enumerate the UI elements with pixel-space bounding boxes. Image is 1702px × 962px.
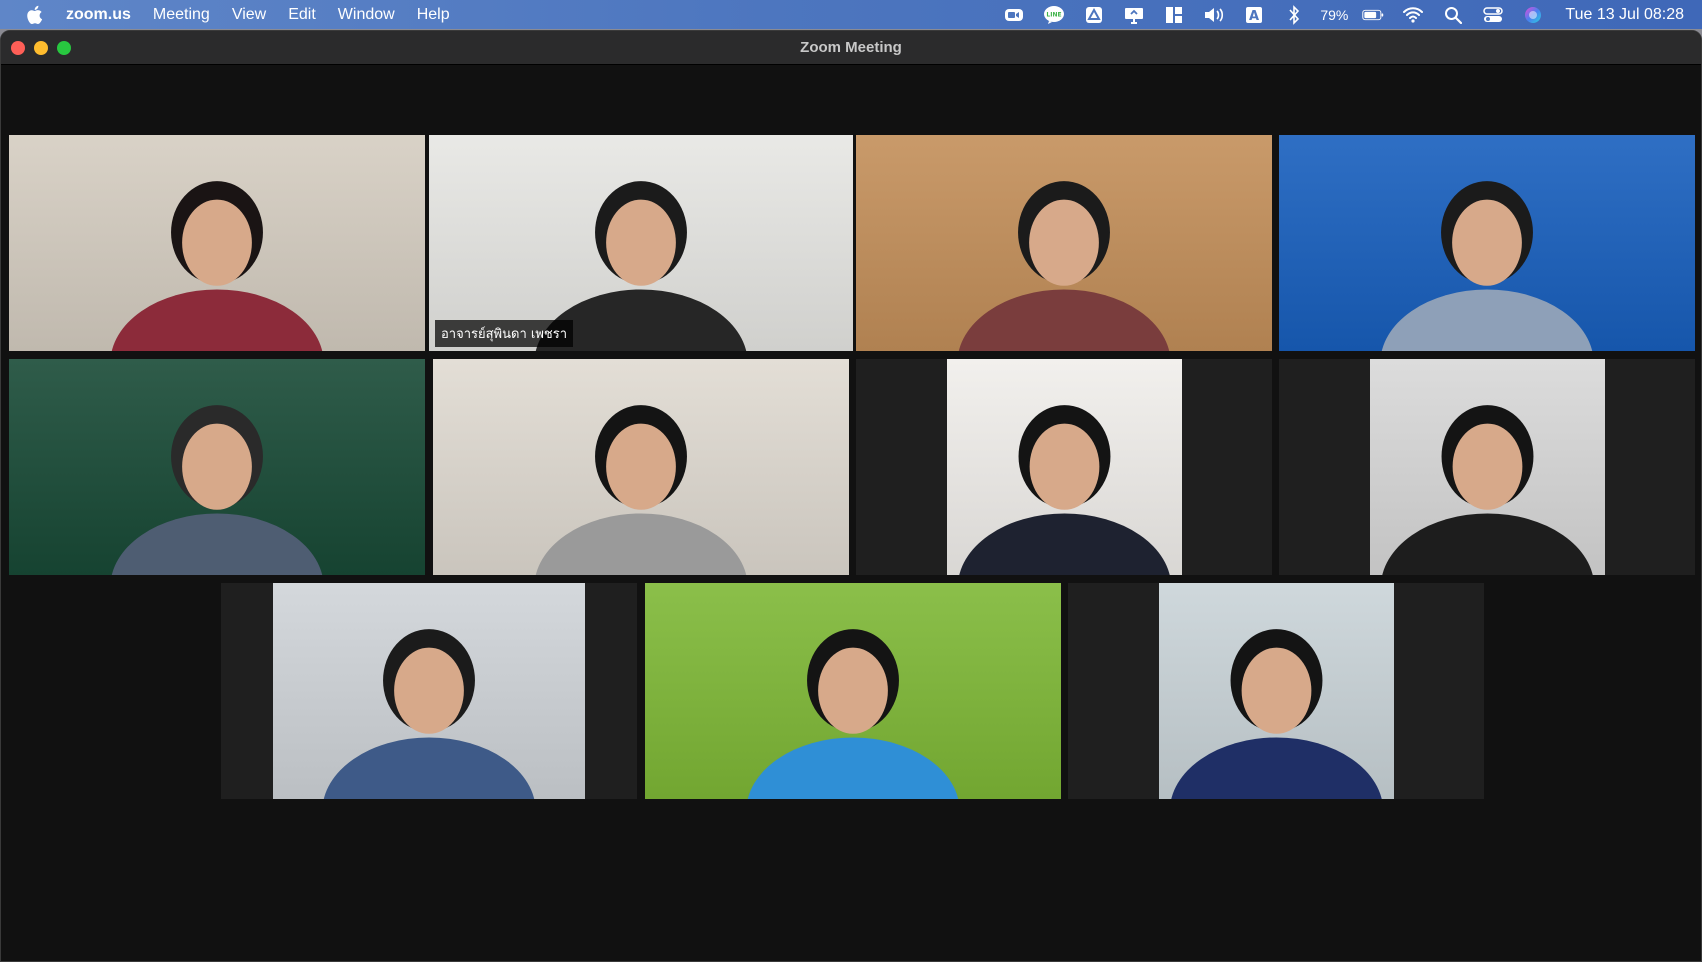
participant-face (1029, 423, 1100, 510)
participant-face (606, 199, 676, 286)
participant-video (9, 359, 425, 575)
wifi-icon[interactable] (1402, 5, 1424, 25)
participant-video (429, 135, 853, 351)
participant-face (1452, 423, 1523, 510)
apple-logo-icon[interactable] (24, 4, 44, 26)
participant-tile[interactable] (9, 359, 425, 575)
participant-face (818, 647, 888, 734)
participant-video (433, 359, 849, 575)
menu-view[interactable]: View (232, 6, 266, 24)
menu-help[interactable]: Help (417, 6, 450, 24)
participant-video (856, 135, 1272, 351)
participant-video-frame (856, 135, 1272, 351)
participant-tile[interactable] (856, 359, 1272, 575)
spotlight-search-icon[interactable] (1442, 5, 1464, 25)
participant-video-frame (273, 583, 585, 799)
participant-tile[interactable] (433, 359, 849, 575)
menu-bar-status-area: LINE A 79% Tue 13 Jul 08:28 (994, 0, 1684, 29)
participant-video (1370, 359, 1605, 575)
participant-video (273, 583, 585, 799)
zoom-meeting-window: Zoom Meeting อาจารย์สุพินดา เพชรา (0, 30, 1702, 962)
participant-video-frame (9, 359, 425, 575)
participant-tile[interactable] (221, 583, 637, 799)
bluetooth-icon[interactable] (1283, 4, 1305, 25)
window-titlebar: Zoom Meeting (1, 31, 1701, 65)
participant-tile[interactable]: อาจารย์สุพินดา เพชรา (429, 135, 853, 351)
window-layout-icon[interactable] (1163, 5, 1185, 25)
participant-name-tag: อาจารย์สุพินดา เพชรา (435, 320, 574, 347)
participant-tile[interactable] (1279, 359, 1695, 575)
participant-face (1241, 647, 1312, 734)
participant-face (182, 199, 252, 286)
participant-face (1029, 199, 1099, 286)
participant-video (1279, 135, 1695, 351)
participant-video-frame (1370, 359, 1605, 575)
window-title: Zoom Meeting (800, 39, 902, 56)
participant-tile[interactable] (1068, 583, 1484, 799)
drive-icon[interactable] (1083, 5, 1105, 25)
participant-tile[interactable] (856, 135, 1272, 351)
participant-tile[interactable] (1279, 135, 1695, 351)
volume-icon[interactable] (1203, 5, 1225, 25)
participant-video-frame (433, 359, 849, 575)
menu-edit[interactable]: Edit (288, 6, 316, 24)
screen-share-icon[interactable] (1123, 5, 1145, 25)
participant-video-frame (9, 135, 425, 351)
svg-text:LINE: LINE (1047, 11, 1062, 18)
menu-meeting[interactable]: Meeting (153, 6, 210, 24)
participant-tile[interactable] (645, 583, 1061, 799)
menu-app-zoom[interactable]: zoom.us (66, 6, 131, 24)
participant-video (947, 359, 1182, 575)
participant-face (606, 423, 676, 510)
siri-icon[interactable] (1522, 5, 1544, 25)
macos-menu-bar: zoom.us Meeting View Edit Window Help LI… (0, 0, 1702, 29)
participant-video-frame (645, 583, 1061, 799)
zoom-icon[interactable] (1003, 5, 1025, 25)
participant-video (9, 135, 425, 351)
svg-text:A: A (1249, 9, 1259, 24)
participant-video-frame (1279, 135, 1695, 351)
participant-face (1452, 199, 1522, 286)
participant-video (1159, 583, 1394, 799)
input-source-icon[interactable]: A (1243, 5, 1265, 25)
line-icon[interactable]: LINE (1043, 5, 1065, 25)
participant-tile[interactable] (9, 135, 425, 351)
participant-video-frame (429, 135, 853, 351)
participant-face (182, 423, 252, 510)
participant-face (394, 647, 464, 734)
menu-bar-clock[interactable]: Tue 13 Jul 08:28 (1565, 6, 1684, 24)
control-center-icon[interactable] (1482, 5, 1504, 25)
participant-video (645, 583, 1061, 799)
menu-window[interactable]: Window (338, 6, 395, 24)
participant-video-frame (947, 359, 1182, 575)
battery-percent: 79% (1320, 6, 1349, 23)
participant-video-frame (1159, 583, 1394, 799)
battery-icon[interactable] (1362, 5, 1384, 25)
